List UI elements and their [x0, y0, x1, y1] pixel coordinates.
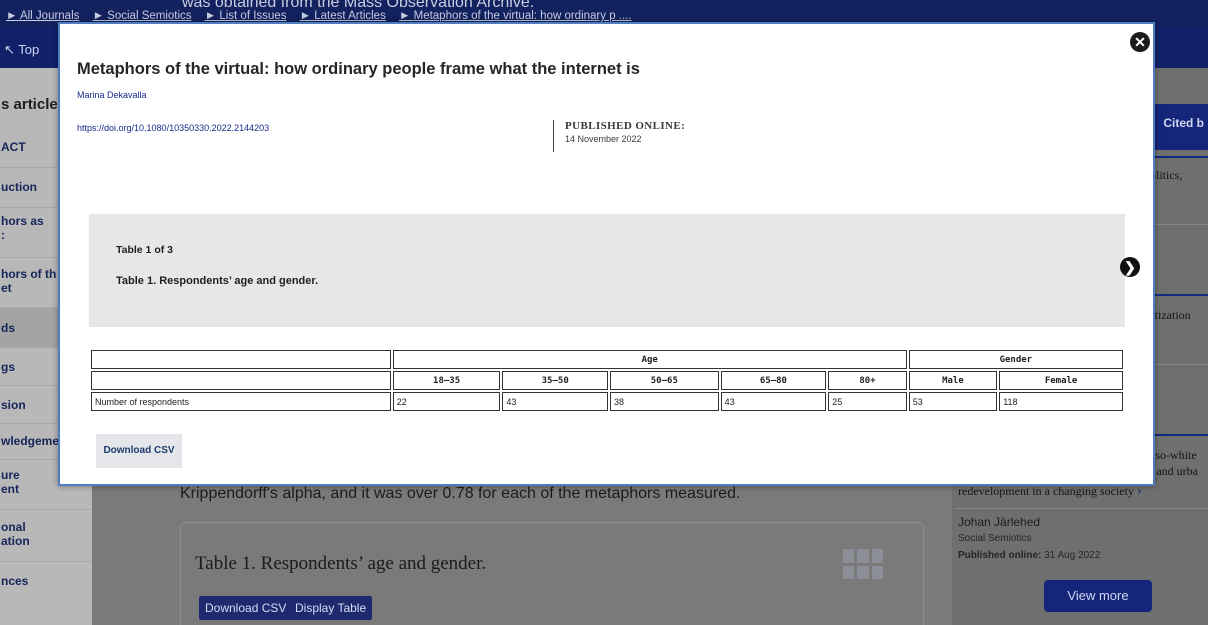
column-header: Male — [908, 371, 998, 390]
table-cell: 43 — [720, 392, 827, 411]
section-nav-references[interactable]: nces — [0, 562, 92, 602]
table-viewer-modal: ✕ Metaphors of the virtual: how ordinary… — [58, 22, 1155, 486]
table-header-cell — [91, 350, 391, 369]
table-cell: 43 — [502, 392, 608, 411]
section-nav-additional-information[interactable]: onal ation — [0, 510, 92, 562]
gender-group-header: Gender — [908, 350, 1123, 369]
table-header-cell — [91, 371, 391, 390]
chevron-right-icon: › — [1136, 484, 1142, 498]
table-counter: Table 1 of 3 — [116, 244, 173, 256]
related-article-snippet[interactable]: ; and urba — [1150, 464, 1198, 479]
related-article-journal: Social Semiotics — [958, 533, 1032, 544]
row-label: Number of respondents — [91, 392, 391, 411]
related-article-snippet[interactable]: t-so-white — [1148, 448, 1197, 463]
table-cell: 25 — [828, 392, 907, 411]
breadcrumb-list-of-issues[interactable]: ► List of Issues — [205, 10, 287, 22]
table-caption-panel: Table 1 of 3 Table 1. Respondents’ age a… — [89, 214, 1125, 327]
article-title: Metaphors of the virtual: how ordinary p… — [77, 60, 640, 78]
table-row: Number of respondents 22 43 38 43 25 53 … — [91, 392, 1123, 411]
download-csv-button[interactable]: Download CSV — [96, 434, 182, 468]
related-article-published: Published online: 31 Aug 2022 — [958, 550, 1101, 561]
article-paragraph: Krippendorff's alpha, and it was over 0.… — [180, 485, 741, 502]
doi-link[interactable]: https://doi.org/10.1080/10350330.2022.21… — [77, 123, 269, 133]
related-article-author: Johan Järlehed — [958, 515, 1041, 529]
table-header-row: 18–35 35–50 50–65 65–80 80+ Male Female — [91, 371, 1123, 390]
back-to-top-link[interactable]: ↖ Top — [4, 42, 39, 58]
published-online-date: 14 November 2022 — [565, 134, 642, 144]
table-cell: 38 — [610, 392, 719, 411]
column-header: 80+ — [828, 371, 907, 390]
close-icon[interactable]: ✕ — [1130, 32, 1150, 52]
breadcrumb-latest-articles[interactable]: ► Latest Articles — [300, 10, 386, 22]
related-article-title[interactable]: redevelopment in a changing society › — [958, 484, 1142, 499]
display-table-button[interactable]: Display Table — [289, 596, 373, 620]
sidebar-separator — [954, 508, 1208, 509]
column-header: 50–65 — [610, 371, 719, 390]
column-header: Female — [999, 371, 1123, 390]
table-caption: Table 1. Respondents’ age and gender. — [116, 275, 319, 287]
age-group-header: Age — [392, 350, 907, 369]
published-online-label: PUBLISHED ONLINE: — [565, 120, 686, 132]
author-link[interactable]: Marina Dekavalla — [77, 90, 147, 100]
column-header: 35–50 — [502, 371, 608, 390]
next-table-icon[interactable]: ❯ — [1120, 257, 1140, 277]
table-cell: 53 — [908, 392, 998, 411]
published-online-block: PUBLISHED ONLINE: 14 November 2022 — [553, 120, 685, 152]
table-cell: 118 — [999, 392, 1123, 411]
table-cell: 22 — [392, 392, 501, 411]
table-grid-icon — [843, 549, 883, 579]
inline-download-csv-button[interactable]: Download CSV — [199, 596, 293, 620]
view-more-button[interactable]: View more — [1044, 580, 1152, 612]
breadcrumb-social-semiotics[interactable]: ► Social Semiotics — [93, 10, 192, 22]
cited-by-label: Cited b — [1163, 116, 1204, 130]
inline-table-title: Table 1. Respondents’ age and gender. — [195, 553, 487, 574]
respondents-table: Age Gender 18–35 35–50 50–65 65–80 80+ M… — [89, 348, 1125, 413]
table-header-row: Age Gender — [91, 350, 1123, 369]
column-header: 65–80 — [720, 371, 827, 390]
breadcrumb-current-article: ► Metaphors of the virtual: how ordinary… — [399, 10, 632, 22]
breadcrumb-all-journals[interactable]: ► All Journals — [6, 10, 79, 22]
column-header: 18–35 — [392, 371, 501, 390]
